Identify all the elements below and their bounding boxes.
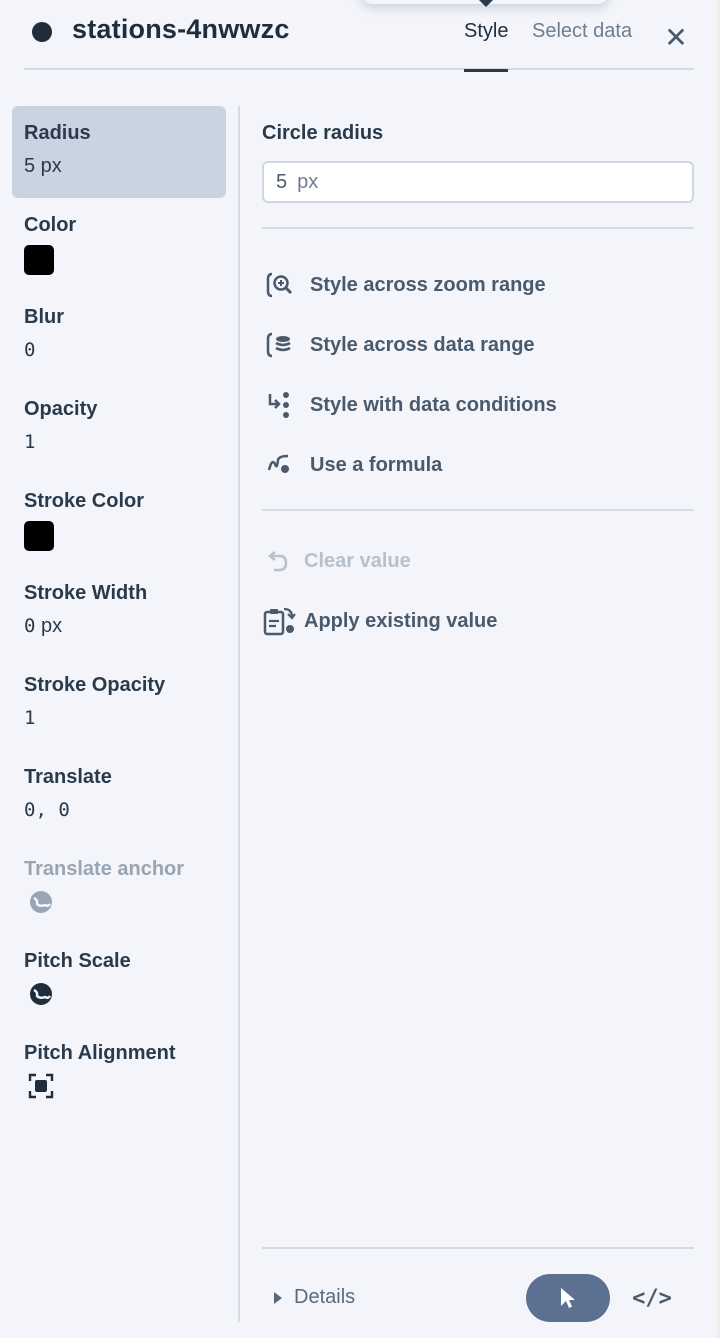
color-swatch [24, 245, 54, 275]
property-opacity[interactable]: Opacity 1 [12, 382, 226, 474]
input-value: 5 [276, 171, 288, 193]
option-formula[interactable]: Use a formula [262, 435, 694, 495]
layer-title: stations-4nwwzc [72, 14, 290, 44]
property-value: 0, 0 [24, 799, 70, 821]
property-value-unit: px [41, 615, 63, 637]
panel-divider [238, 106, 240, 1322]
clipboard-icon [263, 607, 296, 636]
option-label: Style across zoom range [310, 273, 546, 296]
property-label: Pitch Scale [24, 950, 131, 972]
property-label: Opacity [24, 398, 98, 420]
globe-icon [30, 891, 52, 913]
property-stroke-color[interactable]: Stroke Color [12, 474, 226, 566]
property-label: Radius [24, 122, 91, 144]
property-radius[interactable]: Radius 5 px [12, 106, 226, 198]
details-label: Details [294, 1286, 356, 1308]
divider [262, 509, 694, 511]
action-label: Clear value [304, 549, 411, 572]
option-zoom-range[interactable]: Style across zoom range [262, 255, 694, 315]
property-label: Stroke Opacity [24, 674, 166, 696]
value-actions: Clear value Apply existing value [262, 531, 694, 651]
tab-select-data[interactable]: Select data [532, 20, 632, 70]
data-conditions-icon [268, 392, 289, 418]
globe-icon [30, 983, 52, 1005]
circle-radius-input[interactable]: 5 px [262, 161, 694, 203]
property-blur[interactable]: Blur 0 [12, 290, 226, 382]
close-icon[interactable]: ✕ [664, 24, 688, 52]
tab-style[interactable]: Style [464, 20, 509, 72]
zoom-range-icon [266, 272, 293, 298]
property-pitch-scale[interactable]: Pitch Scale [12, 934, 226, 1026]
code-view-button[interactable]: </> [632, 1282, 672, 1314]
viewport-icon [28, 1073, 54, 1099]
details-toggle[interactable]: Details [274, 1286, 355, 1309]
divider [262, 227, 694, 229]
property-value-number: 0 [24, 615, 36, 637]
property-stroke-opacity[interactable]: Stroke Opacity 1 [12, 658, 226, 750]
option-data-conditions[interactable]: Style with data conditions [262, 375, 694, 435]
property-value: 1 [24, 707, 36, 729]
property-translate-anchor: Translate anchor [12, 842, 226, 934]
style-options: Style across zoom range Style across dat… [262, 255, 694, 495]
apply-existing-value-button[interactable]: Apply existing value [262, 591, 694, 651]
divider [262, 1247, 694, 1249]
clear-value-button: Clear value [262, 531, 694, 591]
caret-right-icon [274, 1291, 282, 1304]
input-unit: px [297, 171, 319, 193]
property-list: Radius 5 px Color Blur 0 Opacity 1 Strok… [12, 106, 226, 1118]
editor-label: Circle radius [262, 122, 384, 144]
option-label: Use a formula [310, 453, 443, 476]
property-editor: Circle radius 5 px Style across zoom ran… [262, 106, 694, 651]
property-value: 0 [24, 339, 36, 361]
action-label: Apply existing value [304, 609, 498, 632]
property-label: Blur [24, 306, 64, 328]
color-swatch [24, 521, 54, 551]
property-value: 0 px [24, 615, 214, 638]
property-value: 5 px [24, 155, 62, 177]
inspect-pointer-button[interactable] [526, 1274, 610, 1322]
property-label: Stroke Width [24, 582, 148, 604]
panel-header: stations-4nwwzc Style Select data ✕ [24, 0, 694, 72]
property-label: Translate [24, 766, 112, 788]
property-pitch-alignment[interactable]: Pitch Alignment [12, 1026, 226, 1118]
cursor-icon [561, 1288, 575, 1308]
property-label: Color [24, 214, 77, 236]
property-translate[interactable]: Translate 0, 0 [12, 750, 226, 842]
property-label: Pitch Alignment [24, 1042, 176, 1064]
property-label: Stroke Color [24, 490, 145, 512]
option-label: Style across data range [310, 333, 535, 356]
data-range-icon [266, 332, 291, 358]
property-stroke-width[interactable]: Stroke Width 0 px [12, 566, 226, 658]
property-value: 1 [24, 431, 36, 453]
option-data-range[interactable]: Style across data range [262, 315, 694, 375]
layer-type-circle-icon [32, 22, 52, 42]
formula-icon [267, 454, 289, 473]
undo-icon [267, 551, 288, 572]
property-color[interactable]: Color [12, 198, 226, 290]
option-label: Style with data conditions [310, 393, 557, 416]
property-label: Translate anchor [24, 858, 185, 880]
